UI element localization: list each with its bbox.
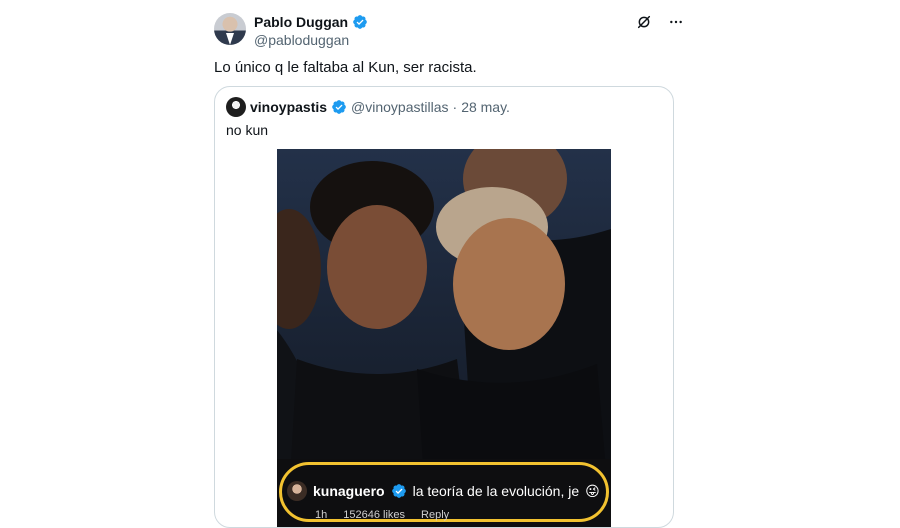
caption-username: kunaguero bbox=[313, 483, 385, 499]
quoted-tweet-date[interactable]: 28 may. bbox=[461, 99, 510, 115]
caption-emoji: 😜 bbox=[585, 482, 600, 499]
quoted-tweet[interactable]: vinoypastis @vinoypastillas · 28 may. no… bbox=[214, 86, 674, 528]
quoted-tweet-text: no kun bbox=[226, 122, 269, 138]
author-name[interactable]: Pablo Duggan bbox=[254, 13, 348, 31]
caption-likes: 152646 likes bbox=[343, 509, 406, 521]
verified-badge-icon bbox=[391, 484, 406, 498]
tweet-actions bbox=[634, 12, 686, 32]
tweet-text: Lo único q le faltaba al Kun, ser racist… bbox=[214, 59, 477, 76]
verified-badge-icon bbox=[353, 15, 367, 29]
caption-reply: Reply bbox=[421, 509, 450, 521]
quoted-author-handle[interactable]: @vinoypastillas bbox=[351, 99, 448, 115]
quoted-tweet-header: vinoypastis @vinoypastillas · 28 may. bbox=[226, 97, 510, 117]
tweet: Pablo Duggan @pabloduggan Lo único q le … bbox=[214, 0, 682, 528]
meta-separator: · bbox=[452, 99, 458, 115]
author-handle[interactable]: @pabloduggan bbox=[254, 31, 349, 49]
quoted-author-avatar[interactable] bbox=[226, 97, 246, 117]
grok-icon[interactable] bbox=[634, 12, 654, 32]
quoted-media[interactable]: kunaguero la teoría de la evolución, je … bbox=[277, 149, 611, 527]
media-caption: kunaguero la teoría de la evolución, je … bbox=[287, 481, 600, 501]
verified-badge-icon bbox=[332, 100, 346, 114]
more-icon[interactable] bbox=[666, 12, 686, 32]
caption-text: la teoría de la evolución, je bbox=[412, 483, 580, 499]
caption-avatar bbox=[287, 481, 307, 501]
author-name-row[interactable]: Pablo Duggan bbox=[254, 13, 368, 31]
author-avatar[interactable] bbox=[214, 13, 246, 45]
caption-time: 1h bbox=[315, 509, 328, 521]
quoted-author-name[interactable]: vinoypastis bbox=[250, 99, 327, 115]
caption-meta: 1h 152646 likes Reply bbox=[315, 509, 449, 521]
